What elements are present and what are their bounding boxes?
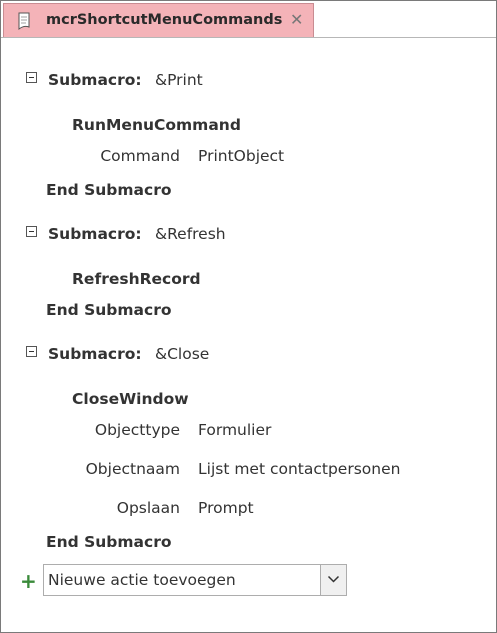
submacro-keyword: Submacro:	[48, 71, 142, 89]
argument-value[interactable]: Lijst met contactpersonen	[198, 460, 400, 478]
tab-mcrShortcutMenuCommands[interactable]: mcrShortcutMenuCommands ✕	[3, 3, 314, 37]
chevron-down-icon	[327, 575, 340, 583]
argument-value[interactable]: Prompt	[198, 499, 254, 517]
submacro-name[interactable]: &Close	[155, 345, 209, 363]
end-submacro: End Submacro	[46, 181, 172, 199]
submacro-name[interactable]: &Print	[155, 71, 203, 89]
collapse-icon[interactable]	[26, 226, 37, 237]
add-action-plus-icon[interactable]: +	[20, 569, 37, 593]
collapse-icon[interactable]	[26, 72, 37, 83]
add-new-action-text: Nieuwe actie toevoegen	[48, 571, 236, 589]
close-icon[interactable]: ✕	[290, 10, 303, 29]
document-tab-bar: mcrShortcutMenuCommands ✕	[1, 1, 496, 38]
argument-value[interactable]: Formulier	[198, 421, 271, 439]
argument-value[interactable]: PrintObject	[198, 147, 284, 165]
argument-label: Opslaan	[116, 499, 180, 517]
macro-designer: mcrShortcutMenuCommands ✕ Submacro: &Pri…	[0, 0, 497, 633]
submacro-keyword: Submacro:	[48, 225, 142, 243]
action-name[interactable]: RefreshRecord	[72, 270, 201, 288]
submacro-keyword: Submacro:	[48, 345, 142, 363]
dropdown-button[interactable]	[320, 565, 346, 595]
collapse-icon[interactable]	[26, 346, 37, 357]
add-new-action-dropdown[interactable]: Nieuwe actie toevoegen	[43, 564, 347, 596]
argument-label: Objecttype	[94, 421, 180, 439]
end-submacro: End Submacro	[46, 533, 172, 551]
argument-label: Objectnaam	[85, 460, 180, 478]
document-icon	[18, 12, 30, 30]
end-submacro: End Submacro	[46, 301, 172, 319]
action-name[interactable]: CloseWindow	[72, 390, 189, 408]
submacro-name[interactable]: &Refresh	[155, 225, 226, 243]
tab-title: mcrShortcutMenuCommands	[46, 12, 283, 28]
argument-label: Command	[100, 147, 180, 165]
action-name[interactable]: RunMenuCommand	[72, 116, 241, 134]
